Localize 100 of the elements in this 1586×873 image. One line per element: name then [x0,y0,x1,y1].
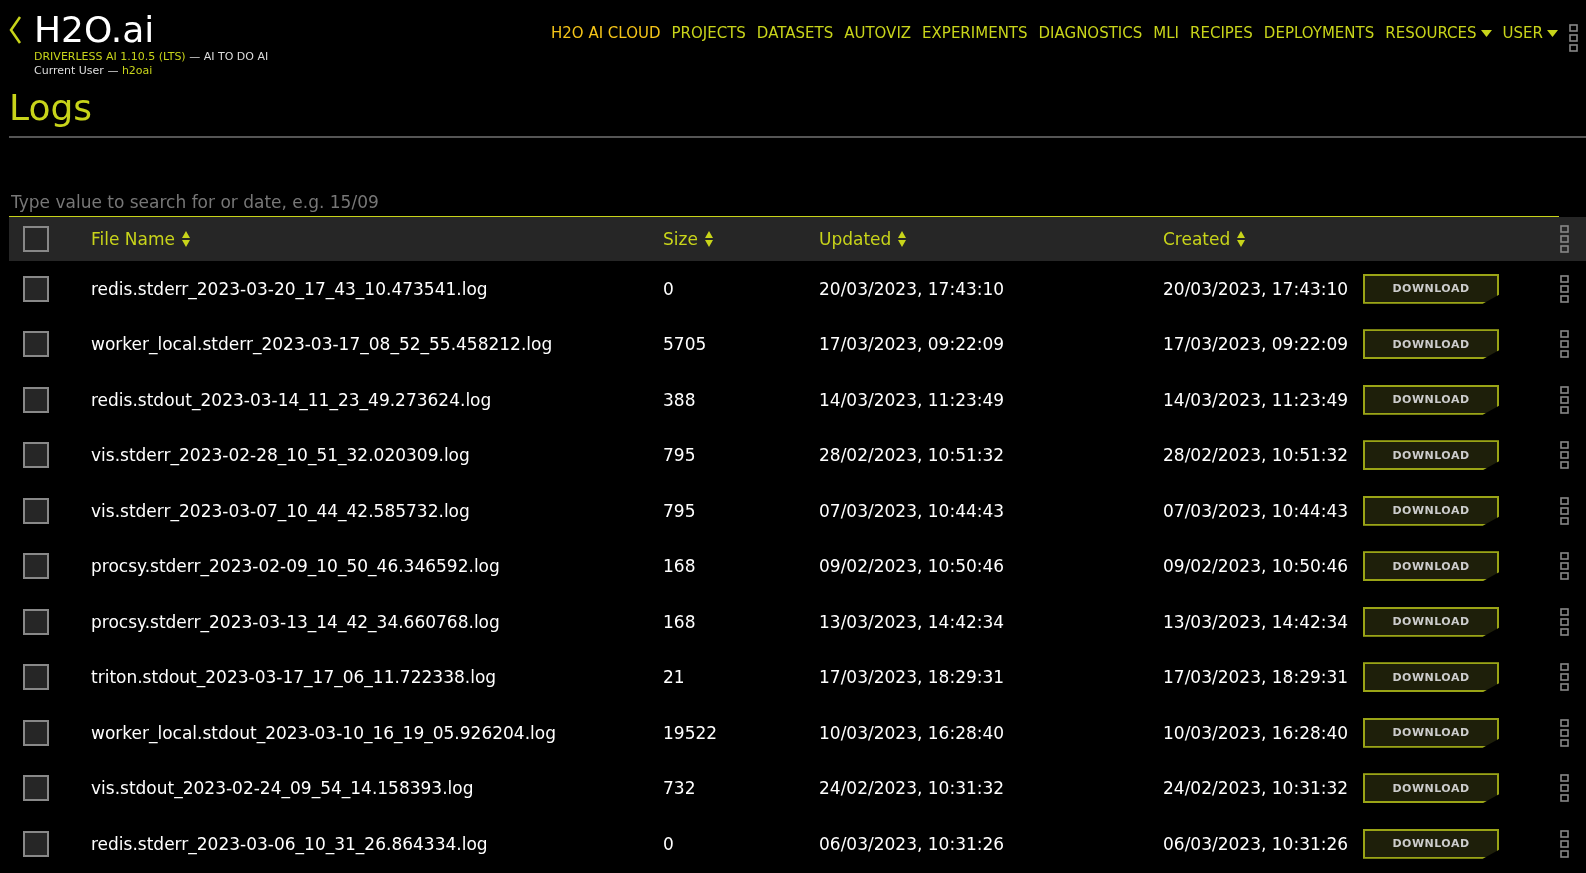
column-menu-icon[interactable] [1560,552,1569,581]
updated-cell-text: 09/02/2023, 10:50:46 [819,556,1006,577]
download-button[interactable]: DOWNLOAD [1363,273,1499,304]
sort-icon [181,230,191,248]
row-checkbox[interactable] [23,608,49,635]
created-cell-text: 09/02/2023, 10:50:46 [1163,556,1350,577]
column-menu-icon[interactable] [1560,663,1569,692]
column-menu-icon[interactable] [1560,829,1569,858]
file-name-cell-text: triton.stdout_2023-03-17_17_06_11.722338.log [91,667,498,688]
created-cell-text: 24/02/2023, 10:31:32 [1163,778,1350,799]
column-menu-icon[interactable] [1560,441,1569,470]
updated-cell-text: 10/03/2023, 16:28:40 [819,722,1006,743]
select-all-checkbox[interactable] [23,226,49,252]
back-chevron-icon[interactable] [8,15,22,45]
nav-link[interactable]: PROJECTS [671,24,746,42]
nav-link[interactable]: USER [1502,24,1558,42]
size-cell-text: 5705 [663,334,708,355]
menu-icon[interactable] [1569,24,1578,52]
column-menu-icon[interactable] [1560,607,1569,636]
page-title: Logs [9,86,94,130]
size-cell-text: 388 [663,389,697,410]
size-cell-text: 0 [663,278,675,299]
row-checkbox[interactable] [23,775,49,802]
download-button[interactable]: DOWNLOAD [1363,384,1499,415]
created-cell-text: 07/03/2023, 10:44:43 [1163,500,1350,521]
column-header[interactable]: File Name [91,229,663,249]
file-name-cell-text: worker_local.stdout_2023-03-10_16_19_05.926204.log [91,722,557,743]
created-cell-text: 14/03/2023, 11:23:49 [1163,389,1350,410]
column-header[interactable]: Size [663,229,819,249]
caret-icon [1480,29,1492,37]
file-name-cell-text: vis.stdout_2023-02-24_09_54_14.158393.log [91,778,475,799]
nav-link[interactable]: DATASETS [756,24,834,42]
size-cell-text: 795 [663,500,697,521]
row-checkbox[interactable] [23,830,49,857]
file-name-cell-text: procsy.stderr_2023-03-13_14_42_34.660768.log [91,611,501,632]
download-button[interactable]: DOWNLOAD [1363,440,1499,471]
nav-link[interactable]: RECIPES [1190,24,1253,42]
created-cell-text: 20/03/2023, 17:43:10 [1163,278,1350,299]
download-button[interactable]: DOWNLOAD [1363,495,1499,526]
size-cell-text: 732 [663,778,697,799]
nav-link[interactable]: DIAGNOSTICS [1038,24,1143,42]
nav-link[interactable]: MLI [1153,24,1179,42]
updated-cell-text: 06/03/2023, 10:31:26 [819,833,1006,854]
download-button[interactable]: DOWNLOAD [1363,551,1499,582]
file-name-cell-text: vis.stderr_2023-02-28_10_51_32.020309.log [91,445,471,466]
download-button[interactable]: DOWNLOAD [1363,329,1499,360]
current-user: Current User — h2oai [34,64,154,78]
row-checkbox[interactable] [23,497,49,524]
updated-cell-text: 17/03/2023, 09:22:09 [819,334,1006,355]
size-cell-text: 168 [663,556,697,577]
updated-cell-text: 17/03/2023, 18:29:31 [819,667,1006,688]
nav-link[interactable]: AUTOVIZ [844,24,912,42]
file-name-cell-text: redis.stderr_2023-03-06_10_31_26.864334.log [91,833,489,854]
row-checkbox[interactable] [23,386,49,413]
row-checkbox[interactable] [23,331,49,358]
logo-text: H2O.ai [34,10,156,50]
nav-link[interactable]: DEPLOYMENTS [1263,24,1375,42]
nav-link[interactable]: H2O AI CLOUD [551,24,661,42]
caret-icon [1547,29,1558,37]
updated-cell-text: 24/02/2023, 10:31:32 [819,778,1006,799]
sort-icon [703,230,714,248]
created-cell-text: 28/02/2023, 10:51:32 [1163,445,1350,466]
sort-icon [1236,230,1247,248]
file-name-cell-text: vis.stderr_2023-03-07_10_44_42.585732.log [91,500,471,521]
created-cell-text: 06/03/2023, 10:31:26 [1163,833,1350,854]
created-cell-text: 13/03/2023, 14:42:34 [1163,611,1350,632]
row-checkbox[interactable] [23,275,49,302]
download-button[interactable]: DOWNLOAD [1363,828,1499,859]
created-cell-text: 17/03/2023, 09:22:09 [1163,334,1350,355]
file-name-cell-text: redis.stdout_2023-03-14_11_23_49.273624.log [91,389,493,410]
row-checkbox[interactable] [23,664,49,691]
file-name-cell-text: redis.stderr_2023-03-20_17_43_10.473541.log [91,278,489,299]
column-menu-icon[interactable] [1560,274,1569,303]
row-checkbox[interactable] [23,442,49,469]
column-menu-icon[interactable] [1560,774,1569,803]
row-checkbox[interactable] [23,719,49,746]
nav-link[interactable]: EXPERIMENTS [922,24,1028,42]
updated-cell-text: 13/03/2023, 14:42:34 [819,611,1006,632]
created-cell-text: 10/03/2023, 16:28:40 [1163,722,1350,743]
download-button[interactable]: DOWNLOAD [1363,606,1499,637]
size-cell-text: 795 [663,445,697,466]
updated-cell-text: 20/03/2023, 17:43:10 [819,278,1006,299]
size-cell-text: 19522 [663,722,719,743]
download-button[interactable]: DOWNLOAD [1363,717,1499,748]
column-menu-icon[interactable] [1560,385,1569,414]
size-cell-text: 0 [663,833,675,854]
download-button[interactable]: DOWNLOAD [1363,773,1499,804]
column-header[interactable]: Created [1163,229,1363,249]
column-menu-icon[interactable] [1560,718,1569,747]
sort-icon [897,230,908,248]
row-checkbox[interactable] [23,553,49,580]
column-header[interactable]: Updated [819,229,1163,249]
size-cell-text: 168 [663,611,697,632]
updated-cell-text: 14/03/2023, 11:23:49 [819,389,1006,410]
column-menu-icon[interactable] [1560,330,1569,359]
column-menu-icon[interactable] [1560,225,1569,253]
download-button[interactable]: DOWNLOAD [1363,662,1499,693]
nav-link[interactable]: RESOURCES [1385,24,1492,42]
updated-cell-text: 28/02/2023, 10:51:32 [819,445,1006,466]
column-menu-icon[interactable] [1560,496,1569,525]
